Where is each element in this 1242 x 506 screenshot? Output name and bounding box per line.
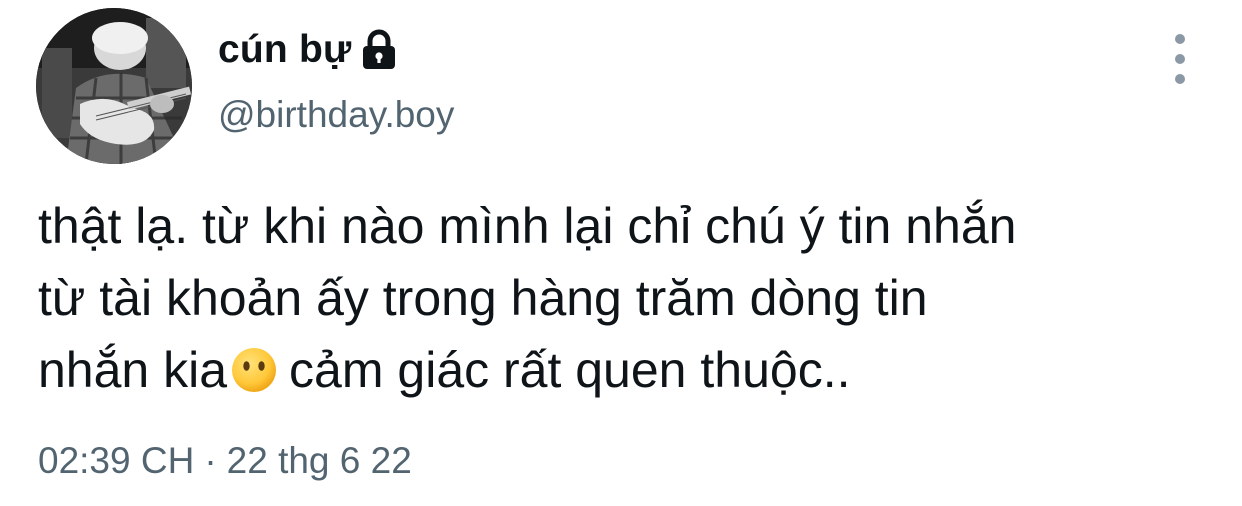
tweet-text-fragment: nhắn kia xyxy=(38,342,228,398)
more-vertical-icon-dot xyxy=(1175,74,1185,84)
more-vertical-icon xyxy=(1175,34,1185,44)
handle[interactable]: @birthday.boy xyxy=(218,94,454,136)
separator: · xyxy=(204,440,217,481)
tweet-text-line: từ tài khoản ấy trong hàng trăm dòng tin xyxy=(38,270,928,326)
more-options-button[interactable] xyxy=(1158,34,1202,84)
tweet-text-fragment: cảm giác rất quen thuộc.. xyxy=(289,342,851,398)
tweet-date[interactable]: 22 thg 6 22 xyxy=(227,440,412,481)
more-vertical-icon-dot xyxy=(1175,54,1185,64)
face-without-mouth-emoji xyxy=(229,342,279,392)
tweet-time[interactable]: 02:39 CH xyxy=(38,440,194,481)
tweet-text-line: thật lạ. từ khi nào mình lại chỉ chú ý t… xyxy=(38,198,1017,254)
tweet-text: thật lạ. từ khi nào mình lại chỉ chú ý t… xyxy=(38,190,1208,406)
author-name-row: cún bự xyxy=(218,22,399,78)
tweet-text-line: nhắn kia cảm giác rất quen thuộc.. xyxy=(38,334,1208,406)
avatar[interactable] xyxy=(36,8,192,164)
display-name[interactable]: cún bự xyxy=(218,28,351,72)
lock-icon xyxy=(359,29,399,71)
tweet: cún bự @birthday.boy thật lạ. từ khi nào… xyxy=(0,0,1242,506)
timestamp-row: 02:39 CH · 22 thg 6 22 xyxy=(38,440,412,482)
